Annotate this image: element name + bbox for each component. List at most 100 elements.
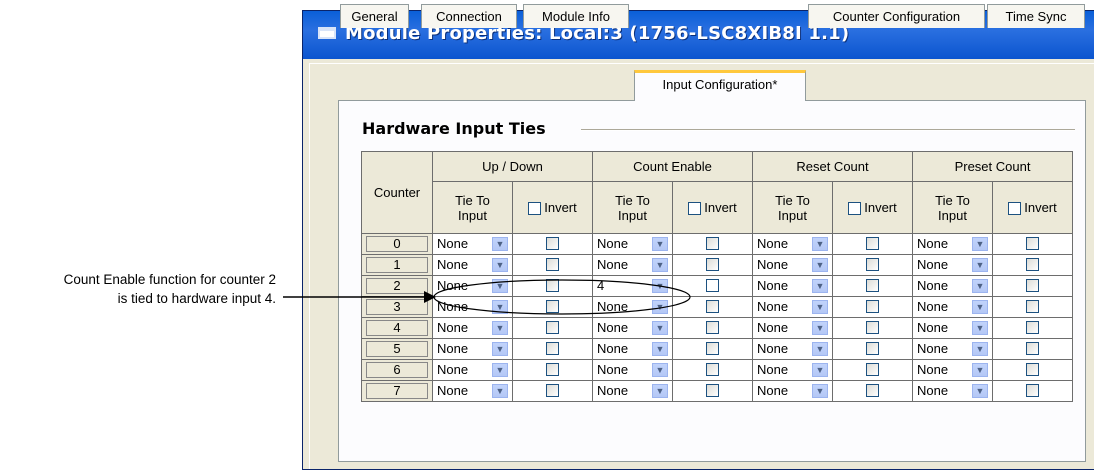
invert-checkbox[interactable] xyxy=(833,297,912,317)
tie-to-input-dropdown[interactable]: None ▼ xyxy=(753,297,832,317)
invert-checkbox[interactable] xyxy=(673,276,752,296)
chevron-down-icon[interactable]: ▼ xyxy=(812,258,828,272)
tie-to-input-dropdown[interactable]: None ▼ xyxy=(593,255,672,275)
chevron-down-icon[interactable]: ▼ xyxy=(492,237,508,251)
tie-to-input-dropdown[interactable]: None ▼ xyxy=(753,381,832,401)
tie-to-input-dropdown[interactable]: 4 ▼ xyxy=(593,276,672,296)
invert-header-reset-count[interactable]: Invert xyxy=(832,181,913,234)
invert-checkbox[interactable] xyxy=(673,255,752,275)
invert-checkbox[interactable] xyxy=(513,318,592,338)
chevron-down-icon[interactable]: ▼ xyxy=(972,384,988,398)
chevron-down-icon[interactable]: ▼ xyxy=(972,300,988,314)
chevron-down-icon[interactable]: ▼ xyxy=(972,363,988,377)
chevron-down-icon[interactable]: ▼ xyxy=(492,384,508,398)
chevron-down-icon[interactable]: ▼ xyxy=(652,237,668,251)
chevron-down-icon[interactable]: ▼ xyxy=(972,321,988,335)
invert-checkbox[interactable] xyxy=(673,360,752,380)
tie-to-input-dropdown[interactable]: None ▼ xyxy=(433,339,512,359)
invert-checkbox[interactable] xyxy=(673,297,752,317)
chevron-down-icon[interactable]: ▼ xyxy=(812,237,828,251)
tie-to-input-dropdown[interactable]: None ▼ xyxy=(753,255,832,275)
invert-checkbox[interactable] xyxy=(993,234,1072,254)
invert-checkbox[interactable] xyxy=(673,339,752,359)
invert-all-checkbox[interactable] xyxy=(528,202,542,216)
invert-checkbox[interactable] xyxy=(993,297,1072,317)
invert-all-checkbox[interactable] xyxy=(688,202,702,216)
invert-checkbox[interactable] xyxy=(833,360,912,380)
chevron-down-icon[interactable]: ▼ xyxy=(652,321,668,335)
invert-checkbox[interactable] xyxy=(833,234,912,254)
invert-checkbox[interactable] xyxy=(513,255,592,275)
tie-to-input-dropdown[interactable]: None ▼ xyxy=(433,318,512,338)
chevron-down-icon[interactable]: ▼ xyxy=(972,258,988,272)
chevron-down-icon[interactable]: ▼ xyxy=(812,342,828,356)
tie-to-input-dropdown[interactable]: None ▼ xyxy=(593,297,672,317)
chevron-down-icon[interactable]: ▼ xyxy=(492,300,508,314)
tie-to-input-dropdown[interactable]: None ▼ xyxy=(913,318,992,338)
invert-checkbox[interactable] xyxy=(833,339,912,359)
invert-checkbox[interactable] xyxy=(513,234,592,254)
invert-checkbox[interactable] xyxy=(513,381,592,401)
invert-header-up-down[interactable]: Invert xyxy=(512,181,593,234)
chevron-down-icon[interactable]: ▼ xyxy=(492,258,508,272)
chevron-down-icon[interactable]: ▼ xyxy=(652,363,668,377)
invert-checkbox[interactable] xyxy=(993,255,1072,275)
tab-time-sync[interactable]: Time Sync xyxy=(987,4,1085,28)
invert-checkbox[interactable] xyxy=(833,381,912,401)
invert-checkbox[interactable] xyxy=(993,360,1072,380)
tie-to-input-dropdown[interactable]: None ▼ xyxy=(913,339,992,359)
invert-checkbox[interactable] xyxy=(673,234,752,254)
invert-checkbox[interactable] xyxy=(673,381,752,401)
chevron-down-icon[interactable]: ▼ xyxy=(972,237,988,251)
chevron-down-icon[interactable]: ▼ xyxy=(972,279,988,293)
chevron-down-icon[interactable]: ▼ xyxy=(652,258,668,272)
tie-to-input-dropdown[interactable]: None ▼ xyxy=(433,297,512,317)
invert-checkbox[interactable] xyxy=(833,276,912,296)
chevron-down-icon[interactable]: ▼ xyxy=(652,279,668,293)
chevron-down-icon[interactable]: ▼ xyxy=(972,342,988,356)
tie-to-input-dropdown[interactable]: None ▼ xyxy=(433,234,512,254)
chevron-down-icon[interactable]: ▼ xyxy=(492,321,508,335)
tie-to-input-dropdown[interactable]: None ▼ xyxy=(913,255,992,275)
chevron-down-icon[interactable]: ▼ xyxy=(492,279,508,293)
tie-to-input-dropdown[interactable]: None ▼ xyxy=(433,360,512,380)
tie-to-input-dropdown[interactable]: None ▼ xyxy=(593,318,672,338)
tie-to-input-dropdown[interactable]: None ▼ xyxy=(753,276,832,296)
tie-to-input-dropdown[interactable]: None ▼ xyxy=(433,381,512,401)
chevron-down-icon[interactable]: ▼ xyxy=(812,300,828,314)
chevron-down-icon[interactable]: ▼ xyxy=(652,300,668,314)
tab-general[interactable]: General xyxy=(340,4,409,28)
tie-to-input-dropdown[interactable]: None ▼ xyxy=(433,255,512,275)
tie-to-input-dropdown[interactable]: None ▼ xyxy=(913,360,992,380)
invert-checkbox[interactable] xyxy=(513,276,592,296)
invert-checkbox[interactable] xyxy=(513,339,592,359)
tie-to-input-dropdown[interactable]: None ▼ xyxy=(753,234,832,254)
invert-checkbox[interactable] xyxy=(993,276,1072,296)
invert-checkbox[interactable] xyxy=(513,297,592,317)
tie-to-input-dropdown[interactable]: None ▼ xyxy=(913,381,992,401)
chevron-down-icon[interactable]: ▼ xyxy=(812,384,828,398)
chevron-down-icon[interactable]: ▼ xyxy=(812,363,828,377)
chevron-down-icon[interactable]: ▼ xyxy=(492,342,508,356)
invert-checkbox[interactable] xyxy=(833,255,912,275)
invert-checkbox[interactable] xyxy=(993,381,1072,401)
tie-to-input-dropdown[interactable]: None ▼ xyxy=(593,381,672,401)
tie-to-input-dropdown[interactable]: None ▼ xyxy=(593,234,672,254)
tab-module-info[interactable]: Module Info xyxy=(523,4,629,28)
tie-to-input-dropdown[interactable]: None ▼ xyxy=(913,234,992,254)
tie-to-input-dropdown[interactable]: None ▼ xyxy=(593,360,672,380)
invert-checkbox[interactable] xyxy=(513,360,592,380)
chevron-down-icon[interactable]: ▼ xyxy=(812,321,828,335)
invert-checkbox[interactable] xyxy=(673,318,752,338)
invert-all-checkbox[interactable] xyxy=(1008,202,1022,216)
tab-connection[interactable]: Connection xyxy=(421,4,517,28)
invert-checkbox[interactable] xyxy=(993,318,1072,338)
invert-header-count-enable[interactable]: Invert xyxy=(672,181,753,234)
chevron-down-icon[interactable]: ▼ xyxy=(812,279,828,293)
tie-to-input-dropdown[interactable]: None ▼ xyxy=(433,276,512,296)
invert-checkbox[interactable] xyxy=(993,339,1072,359)
invert-header-preset-count[interactable]: Invert xyxy=(992,181,1073,234)
tie-to-input-dropdown[interactable]: None ▼ xyxy=(753,318,832,338)
tie-to-input-dropdown[interactable]: None ▼ xyxy=(753,360,832,380)
tie-to-input-dropdown[interactable]: None ▼ xyxy=(753,339,832,359)
